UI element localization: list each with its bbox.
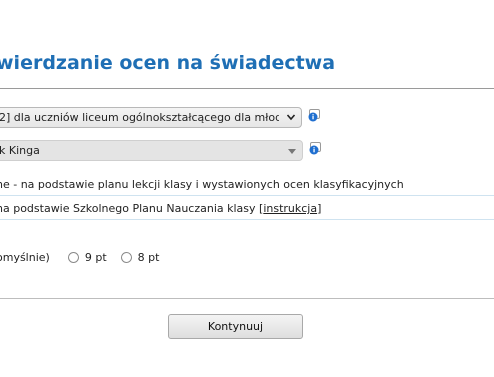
radio-button[interactable]: [120, 252, 132, 263]
option-szkolny-plan-suffix: ]: [317, 202, 322, 215]
info-icon[interactable]: [309, 140, 321, 155]
caret-down-icon: [288, 149, 296, 154]
info-icon[interactable]: [308, 107, 320, 122]
option-separator: [0, 219, 494, 220]
student-select[interactable]: k Kinga: [0, 140, 303, 161]
option-plan-lekcji[interactable]: ne - na podstawie planu lekcji klasy i w…: [0, 178, 404, 191]
option-plan-lekcji-label: ne - na podstawie planu lekcji klasy i w…: [0, 178, 404, 191]
divider-top: [0, 88, 494, 89]
class-select[interactable]: 2] dla uczniów liceum ogólnokształcącego…: [0, 107, 302, 128]
page: wierdzanie ocen na świadectwa 2] dla ucz…: [0, 0, 494, 377]
font-size-group: omyślnie) 9 pt 8 pt: [0, 251, 173, 264]
class-select-value: 2] dla uczniów liceum ogólnokształcącego…: [0, 111, 279, 124]
chevron-down-icon: [286, 112, 296, 122]
radio-button[interactable]: [67, 252, 79, 263]
option-separator: [0, 195, 494, 196]
divider-bottom: [0, 298, 494, 299]
font-size-default[interactable]: omyślnie): [0, 251, 50, 264]
student-select-value: k Kinga: [0, 144, 40, 157]
continue-button[interactable]: Kontynuuj: [168, 314, 303, 339]
instrukcja-link[interactable]: instrukcja: [263, 202, 317, 215]
font-size-default-label: omyślnie): [0, 251, 50, 264]
font-size-9pt[interactable]: 9 pt: [67, 251, 107, 264]
font-size-8pt[interactable]: 8 pt: [120, 251, 160, 264]
page-title: wierdzanie ocen na świadectwa: [0, 52, 336, 74]
font-size-8pt-label: 8 pt: [137, 251, 160, 264]
option-szkolny-plan-label: na podstawie Szkolnego Planu Nauczania k…: [0, 202, 264, 215]
option-szkolny-plan[interactable]: na podstawie Szkolnego Planu Nauczania k…: [0, 202, 321, 215]
font-size-9pt-label: 9 pt: [84, 251, 107, 264]
